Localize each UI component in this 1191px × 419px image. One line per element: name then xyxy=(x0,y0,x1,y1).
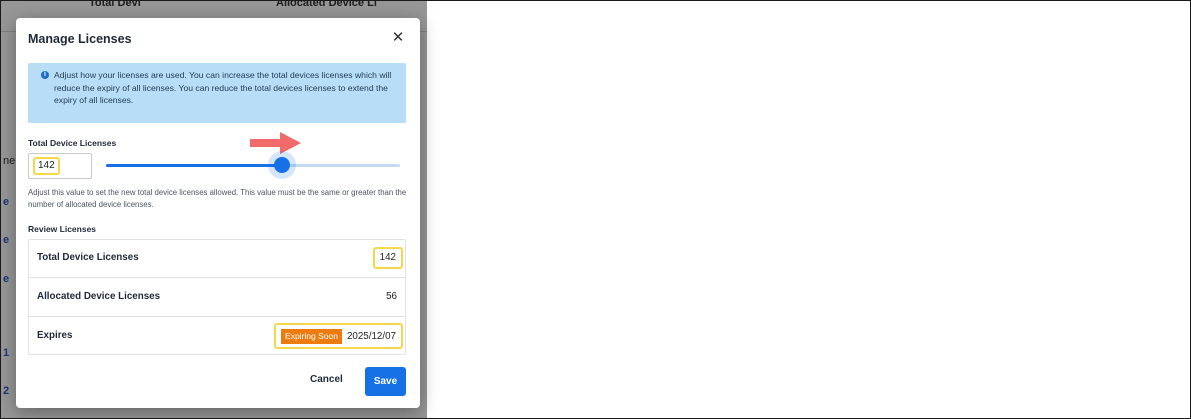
row-value: 56 xyxy=(386,291,397,302)
expiring-soon-badge: Expiring Soon xyxy=(281,328,342,344)
info-icon: i xyxy=(41,71,49,79)
info-text: Adjust how your licenses are used. You c… xyxy=(54,70,392,105)
info-alert: i Adjust how your licenses are used. You… xyxy=(28,63,406,123)
slider-thumb[interactable] xyxy=(274,157,290,173)
manage-licenses-dialog: Manage Licenses ✕ i Adjust how your lice… xyxy=(16,18,420,408)
expires-highlight: Expiring Soon 2025/12/07 xyxy=(274,323,403,349)
review-licenses-title: Review Licenses xyxy=(28,224,97,234)
slider-fill xyxy=(106,164,282,167)
row-label: Total Device Licenses xyxy=(37,252,139,263)
dialog-title: Manage Licenses xyxy=(28,32,132,46)
close-button[interactable]: ✕ xyxy=(390,30,406,46)
row-label: Allocated Device Licenses xyxy=(37,291,161,302)
total-device-licenses-value[interactable]: 142 xyxy=(33,157,60,175)
help-text: Adjust this value to set the new total d… xyxy=(28,188,407,209)
close-icon: ✕ xyxy=(391,29,405,46)
review-licenses-table: Total Device Licenses 142 Allocated Devi… xyxy=(28,239,406,355)
row-label: Expires xyxy=(37,330,73,341)
expiry-date: 2025/12/07 xyxy=(346,330,396,342)
cancel-button[interactable]: Cancel xyxy=(310,374,343,385)
review-row-total: Total Device Licenses 142 xyxy=(29,240,405,278)
total-device-licenses-label: Total Device Licenses xyxy=(28,138,117,148)
review-row-allocated: Allocated Device Licenses 56 xyxy=(29,279,405,317)
review-row-expires: Expires Expiring Soon 2025/12/07 xyxy=(29,318,405,356)
total-device-licenses-slider[interactable] xyxy=(106,151,400,179)
total-device-licenses-input[interactable]: 142 xyxy=(28,153,92,179)
save-button[interactable]: Save xyxy=(365,367,406,396)
row-value-highlighted: 142 xyxy=(372,247,403,269)
